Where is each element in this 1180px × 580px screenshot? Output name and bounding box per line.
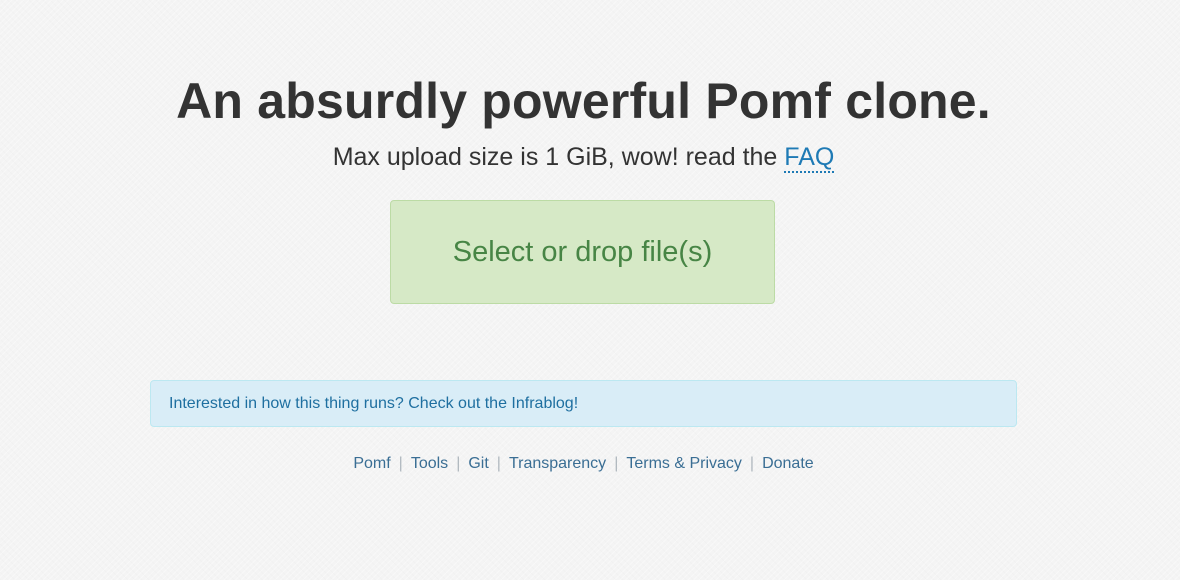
infrablog-link[interactable]: Interested in how this thing runs? Check… [169, 395, 578, 413]
upload-button-label: Select or drop file(s) [452, 235, 713, 268]
footer-separator: | [398, 455, 403, 472]
upload-size-note: Max upload size is 1 GiB, wow! read the … [150, 142, 1017, 173]
footer-separator: | [749, 455, 755, 472]
footer-separator: | [496, 455, 501, 472]
footer-separator: | [614, 455, 619, 472]
infrablog-alert: Interested in how this thing runs? Check… [150, 380, 1017, 427]
footer-link-terms-privacy[interactable]: Terms & Privacy [626, 455, 742, 472]
footer-link-pomf[interactable]: Pomf [353, 455, 390, 472]
footer-link-donate[interactable]: Donate [762, 455, 814, 472]
footer-nav: Pomf | Tools | Git | Transparency | Terms & Priv… [150, 453, 1017, 475]
faq-link[interactable]: FAQ [784, 143, 835, 173]
footer-link-git[interactable]: Git [468, 455, 488, 472]
footer-link-tools[interactable]: Tools [411, 455, 448, 472]
upload-button[interactable]: Select or drop file(s) [390, 200, 775, 304]
page-title: An absurdly powerful Pomf clone. [176, 73, 991, 129]
footer-separator: | [456, 455, 461, 472]
footer-link-transparency[interactable]: Transparency [509, 455, 606, 472]
upload-size-text: Max upload size is 1 GiB, wow! read the [332, 143, 785, 171]
